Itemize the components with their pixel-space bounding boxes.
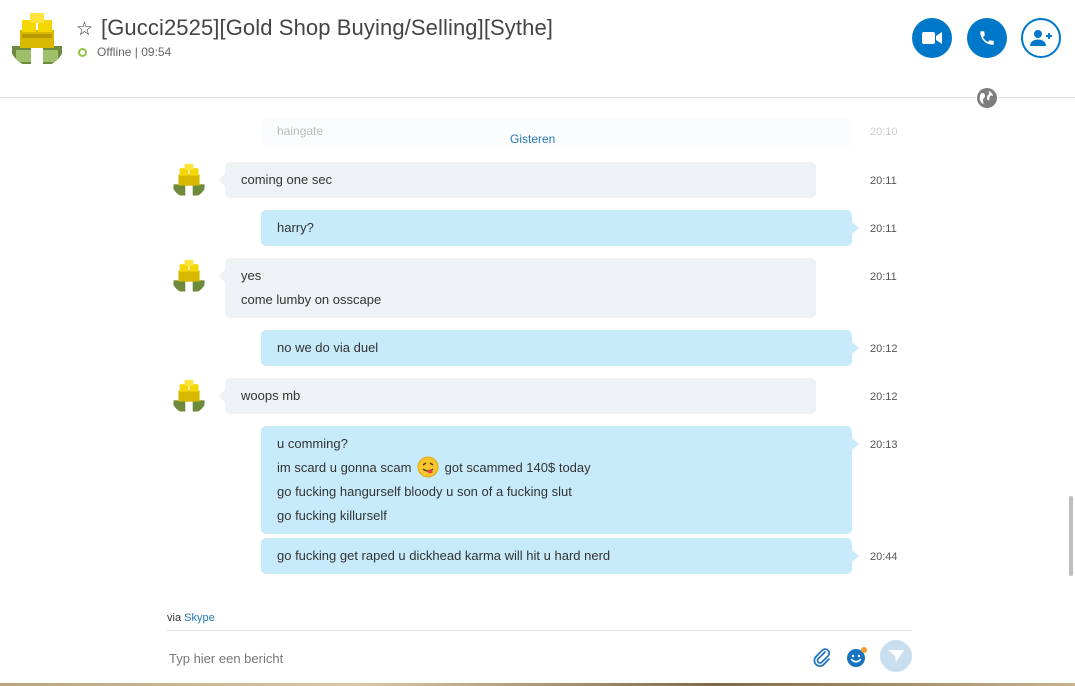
message-line: woops mb [241,388,301,403]
message-bubble[interactable]: yes come lumby on osscape [218,258,816,318]
message-bubble[interactable]: coming one sec [218,162,816,198]
message-bubble[interactable]: woops mb [218,378,816,414]
presence-ring-icon [78,47,87,57]
audio-call-button[interactable] [967,18,1007,58]
day-separator: Gisteren [510,132,556,146]
message-line: go fucking killurself [277,508,387,523]
message-time: 20:11 [870,271,897,283]
via-skype-link[interactable]: Skype [184,612,215,624]
message-bubble[interactable]: go fucking get raped u dickhead karma wi… [261,538,859,574]
send-button[interactable] [880,640,912,672]
phone-icon [980,31,994,45]
message-time: 20:11 [870,175,897,187]
gold-stack-avatar-image [171,378,207,414]
message-line-with-emoji: im scard u gonna scam got scammed 140$ t… [277,456,836,480]
emoticon-icon [847,647,867,667]
message-time: 20:13 [870,439,898,451]
emoticon-button[interactable] [846,646,868,668]
faded-message-text: haingate [277,124,324,138]
message-time: 20:12 [870,391,898,403]
message-line-part: got scammed 140$ today [444,460,591,475]
conversation-title: [Gucci2525][Gold Shop Buying/Selling][Sy… [101,15,554,40]
message-time: 20:11 [870,223,897,235]
presence-status: Offline | 09:54 [78,45,171,59]
message-bubble[interactable]: harry? [261,210,859,246]
via-prefix: via [167,612,182,624]
gold-stack-avatar-image [8,10,66,68]
message-line: go fucking hangurself bloody u son of a … [277,484,572,499]
message-line-part: im scard u gonna scam [277,460,412,475]
message-line: no we do via duel [277,340,379,355]
conversation-header: ☆ [Gucci2525][Gold Shop Buying/Selling][… [0,0,1075,98]
message-line: u comming? [277,436,348,451]
sender-avatar[interactable] [171,378,207,414]
message-bubble[interactable]: u comming? im scard u gonna scam got sca… [261,426,859,534]
gold-stack-avatar-image [171,258,207,294]
message-line: coming one sec [241,172,333,187]
sender-avatar[interactable] [171,162,207,198]
add-people-button[interactable] [1021,18,1061,58]
chat-scrollbar[interactable] [1069,496,1073,576]
presence-text: Offline | 09:54 [97,45,172,59]
faded-previous-message [262,118,852,148]
gold-stack-avatar-image [171,162,207,198]
tongue-out-emoji-icon [417,456,439,478]
message-time: 20:12 [870,343,898,355]
compose-divider [167,630,912,631]
message-line: yes [241,268,262,283]
favorite-star-icon[interactable]: ☆ [76,18,93,41]
message-line: harry? [277,220,314,235]
message-bubble[interactable]: no we do via duel [261,330,859,366]
message-history[interactable]: haingate 20:10 Gisteren coming one sec 2… [0,98,1075,598]
via-label: via Skype [167,612,215,624]
contact-avatar[interactable] [8,10,66,68]
send-icon [888,650,904,662]
attach-file-button[interactable] [812,646,832,668]
add-contact-icon [1030,30,1052,46]
video-camera-icon [922,32,942,44]
paperclip-icon [813,648,831,667]
sender-avatar[interactable] [171,258,207,294]
message-time: 20:44 [870,551,898,563]
message-line: come lumby on osscape [241,292,382,307]
message-line: go fucking get raped u dickhead karma wi… [277,548,611,563]
faded-message-time: 20:10 [870,126,898,138]
message-input[interactable] [167,645,801,671]
video-call-button[interactable] [912,18,952,58]
